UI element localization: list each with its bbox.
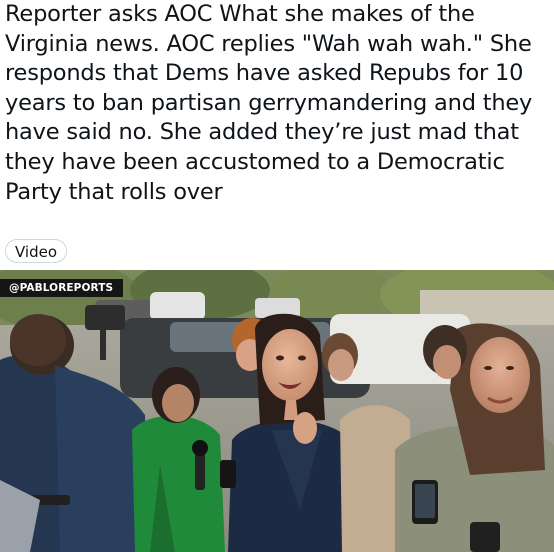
video-watermark: @PABLOREPORTS (0, 279, 124, 297)
video-still (0, 270, 554, 552)
post-text: Reporter asks AOC What she makes of the … (5, 1, 533, 205)
video-player[interactable]: @PABLOREPORTS (0, 270, 554, 552)
media-type-badge: Video (5, 239, 68, 263)
